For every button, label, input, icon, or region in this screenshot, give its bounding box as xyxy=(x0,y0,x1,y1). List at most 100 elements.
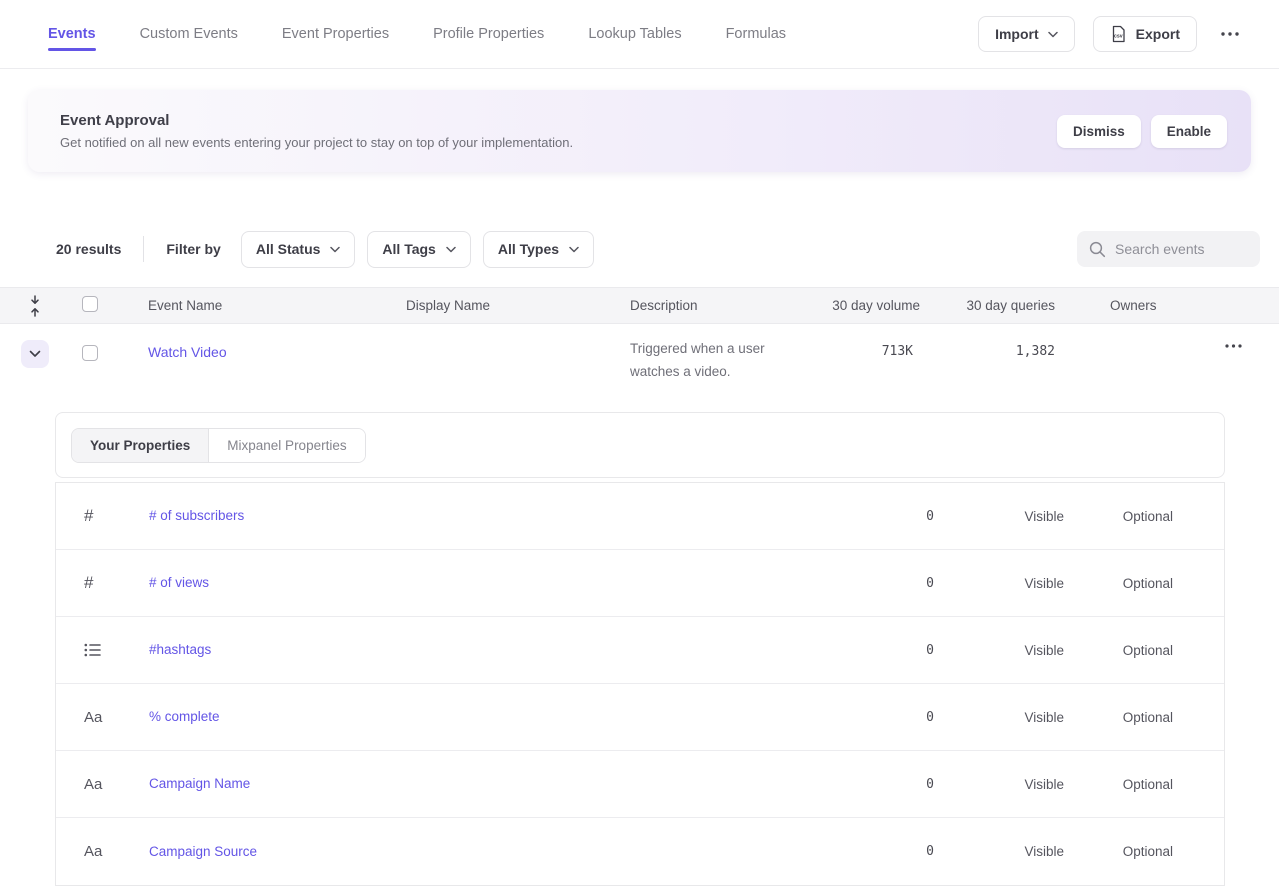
svg-text:csv: csv xyxy=(1114,34,1123,40)
top-nav: Events Custom Events Event Properties Pr… xyxy=(0,0,1279,69)
dismiss-button[interactable]: Dismiss xyxy=(1057,115,1141,148)
header-description: Description xyxy=(612,298,804,313)
property-row: # # of subscribers 0 Visible Optional xyxy=(56,483,1224,550)
tab-profile-properties[interactable]: Profile Properties xyxy=(433,0,544,68)
property-visibility: Visible xyxy=(934,643,1064,658)
ellipsis-icon xyxy=(1225,344,1242,348)
results-count: 20 results xyxy=(56,241,121,257)
properties-tabs-card: Your Properties Mixpanel Properties xyxy=(55,412,1225,478)
property-row: # # of views 0 Visible Optional xyxy=(56,550,1224,617)
banner-description: Get notified on all new events entering … xyxy=(60,135,573,150)
header-event-name: Event Name xyxy=(130,298,388,313)
nav-actions: Import csv Export xyxy=(978,0,1245,68)
import-button-label: Import xyxy=(995,26,1039,42)
tab-your-properties[interactable]: Your Properties xyxy=(72,429,208,462)
collapse-all-button[interactable] xyxy=(0,295,70,317)
collapse-row-button[interactable] xyxy=(21,340,49,368)
property-name-link[interactable]: # of views xyxy=(149,575,209,590)
property-requirement: Optional xyxy=(1064,844,1173,859)
export-button-label: Export xyxy=(1136,26,1180,42)
chevron-down-icon xyxy=(29,350,41,358)
chevron-down-icon xyxy=(1048,31,1058,38)
types-filter-dropdown[interactable]: All Types xyxy=(483,231,594,268)
property-name-link[interactable]: Campaign Name xyxy=(149,776,250,791)
tab-formulas[interactable]: Formulas xyxy=(726,0,786,68)
property-requirement: Optional xyxy=(1064,710,1173,725)
tab-lookup-tables[interactable]: Lookup Tables xyxy=(588,0,681,68)
list-type-icon xyxy=(56,643,149,657)
csv-file-icon: csv xyxy=(1110,25,1127,43)
tab-mixpanel-properties[interactable]: Mixpanel Properties xyxy=(208,429,364,462)
property-count: 0 xyxy=(794,710,934,725)
event-description: Triggered when a user watches a video. xyxy=(612,324,804,383)
property-visibility: Visible xyxy=(934,710,1064,725)
property-count: 0 xyxy=(794,777,934,792)
filter-toolbar: 20 results Filter by All Status All Tags… xyxy=(56,230,1260,268)
banner-actions: Dismiss Enable xyxy=(1057,115,1227,148)
types-filter-value: All Types xyxy=(498,241,559,257)
banner-title: Event Approval xyxy=(60,112,573,129)
property-visibility: Visible xyxy=(934,844,1064,859)
header-30-day-volume: 30 day volume xyxy=(804,298,920,313)
property-visibility: Visible xyxy=(934,777,1064,792)
status-filter-value: All Status xyxy=(256,241,321,257)
header-owners: Owners xyxy=(1055,298,1200,313)
search-icon xyxy=(1089,241,1106,258)
event-30-day-queries: 1,382 xyxy=(920,324,1055,359)
property-visibility: Visible xyxy=(934,576,1064,591)
property-name-link[interactable]: Campaign Source xyxy=(149,844,257,859)
properties-panel: Your Properties Mixpanel Properties # # … xyxy=(55,412,1225,886)
property-requirement: Optional xyxy=(1064,777,1173,792)
event-30-day-volume: 713K xyxy=(804,324,920,359)
property-row: #hashtags 0 Visible Optional xyxy=(56,617,1224,684)
nav-tabs: Events Custom Events Event Properties Pr… xyxy=(48,0,786,68)
property-row: Aa % complete 0 Visible Optional xyxy=(56,684,1224,751)
event-row-watch-video: Watch Video Triggered when a user watche… xyxy=(0,324,1279,398)
properties-list: # # of subscribers 0 Visible Optional # … xyxy=(55,482,1225,886)
header-display-name: Display Name xyxy=(388,298,612,313)
event-name-link[interactable]: Watch Video xyxy=(148,324,227,360)
property-requirement: Optional xyxy=(1064,509,1173,524)
tab-events[interactable]: Events xyxy=(48,0,96,68)
divider xyxy=(143,236,144,262)
tab-custom-events[interactable]: Custom Events xyxy=(140,0,238,68)
property-row: Aa Campaign Name 0 Visible Optional xyxy=(56,751,1224,818)
text-type-icon: Aa xyxy=(56,709,149,726)
property-name-link[interactable]: # of subscribers xyxy=(149,508,244,523)
select-all-checkbox[interactable] xyxy=(82,296,98,312)
row-menu-button[interactable] xyxy=(1219,338,1248,354)
property-count: 0 xyxy=(794,844,934,859)
table-header: Event Name Display Name Description 30 d… xyxy=(0,287,1279,324)
number-type-icon: # xyxy=(56,506,149,526)
collapse-all-icon xyxy=(28,295,42,317)
property-name-link[interactable]: % complete xyxy=(149,709,220,724)
properties-tab-switcher: Your Properties Mixpanel Properties xyxy=(71,428,366,463)
chevron-down-icon xyxy=(330,246,340,253)
text-type-icon: Aa xyxy=(56,776,149,793)
tab-event-properties[interactable]: Event Properties xyxy=(282,0,389,68)
tags-filter-value: All Tags xyxy=(382,241,435,257)
event-approval-banner: Event Approval Get notified on all new e… xyxy=(28,90,1251,172)
search-box xyxy=(1077,231,1260,267)
filter-by-label: Filter by xyxy=(166,241,220,257)
search-input[interactable] xyxy=(1115,241,1248,257)
import-button[interactable]: Import xyxy=(978,16,1075,52)
enable-button[interactable]: Enable xyxy=(1151,115,1227,148)
more-options-button[interactable] xyxy=(1215,26,1245,42)
row-checkbox[interactable] xyxy=(82,345,98,361)
property-requirement: Optional xyxy=(1064,576,1173,591)
header-30-day-queries: 30 day queries xyxy=(920,298,1055,313)
property-count: 0 xyxy=(794,576,934,591)
number-type-icon: # xyxy=(56,573,149,593)
ellipsis-icon xyxy=(1221,32,1239,36)
status-filter-dropdown[interactable]: All Status xyxy=(241,231,356,268)
tags-filter-dropdown[interactable]: All Tags xyxy=(367,231,470,268)
text-type-icon: Aa xyxy=(56,843,149,860)
property-count: 0 xyxy=(794,509,934,524)
banner-text: Event Approval Get notified on all new e… xyxy=(44,112,573,150)
property-visibility: Visible xyxy=(934,509,1064,524)
property-count: 0 xyxy=(794,643,934,658)
property-row: Aa Campaign Source 0 Visible Optional xyxy=(56,818,1224,885)
export-button[interactable]: csv Export xyxy=(1093,16,1197,52)
property-name-link[interactable]: #hashtags xyxy=(149,642,211,657)
